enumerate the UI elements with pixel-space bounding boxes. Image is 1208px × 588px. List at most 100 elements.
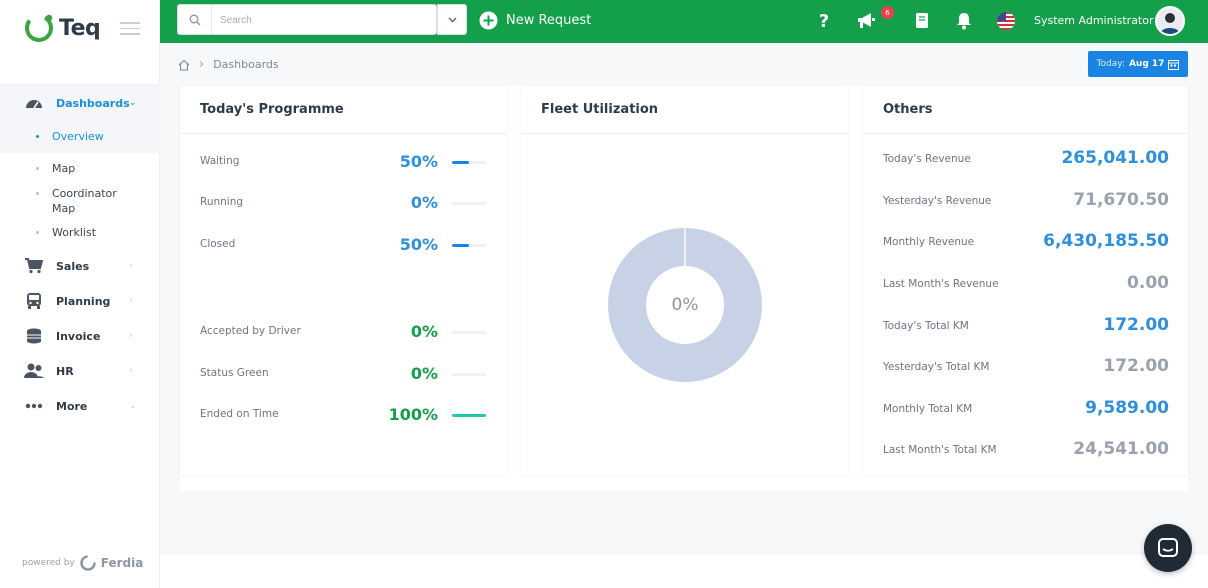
divider	[863, 133, 1188, 134]
others-row: Yesterday's Total KM 172.00	[883, 356, 1169, 378]
cart-icon	[24, 256, 44, 276]
others-value: 9,589.00	[1085, 398, 1169, 418]
programme-label: Closed	[200, 238, 236, 250]
breadcrumb: › Dashboards	[178, 57, 279, 72]
others-row: Last Month's Total KM 24,541.00	[883, 439, 1169, 461]
powered-by-text: powered by	[22, 558, 75, 568]
progress-fill	[452, 161, 469, 164]
others-label: Yesterday's Total KM	[883, 361, 990, 373]
progress-bar	[452, 244, 486, 247]
sidebar-item-invoice[interactable]: Invoice ›	[0, 321, 160, 351]
search-input[interactable]	[220, 11, 420, 29]
others-value: 24,541.00	[1073, 439, 1169, 459]
progress-fill	[452, 244, 469, 247]
others-value: 172.00	[1103, 315, 1169, 335]
others-label: Monthly Revenue	[883, 236, 975, 248]
programme-card: Today's Programme Waiting 50% Running 0% Clo…	[180, 86, 506, 475]
programme-row: Ended on Time 100%	[200, 405, 486, 425]
others-value: 172.00	[1103, 356, 1169, 376]
others-value: 6,430,185.50	[1043, 231, 1169, 251]
programme-row: Closed 50%	[200, 235, 486, 255]
programme-row: Status Green 0%	[200, 364, 486, 384]
today-date: Aug 17	[1128, 59, 1165, 69]
search-icon[interactable]	[178, 5, 212, 34]
others-value: 265,041.00	[1061, 148, 1169, 168]
others-row: Today's Revenue 265,041.00	[883, 148, 1169, 170]
gauge-icon	[24, 93, 44, 113]
announcement-icon[interactable]	[856, 11, 876, 31]
footer-area	[160, 555, 1208, 588]
bullet-icon	[36, 231, 39, 234]
progress-bar	[452, 161, 486, 164]
notification-badge: 6	[881, 6, 894, 19]
new-request-button[interactable]: New Request	[479, 11, 591, 30]
chevron-down-icon	[448, 17, 456, 22]
programme-label: Waiting	[200, 155, 240, 167]
others-row: Monthly Revenue 6,430,185.50	[883, 231, 1169, 253]
others-label: Monthly Total KM	[883, 403, 973, 415]
help-icon[interactable]: ?	[814, 11, 834, 31]
others-row: Today's Total KM 172.00	[883, 315, 1169, 337]
top-bar: New Request ? 6 System Administrator	[160, 0, 1208, 43]
dots-icon	[24, 396, 44, 416]
bullet-icon	[36, 167, 39, 170]
programme-label: Ended on Time	[200, 408, 279, 420]
breadcrumb-current[interactable]: Dashboards	[213, 58, 278, 71]
avatar[interactable]	[1155, 6, 1185, 36]
chevron-down-icon: ⌄	[129, 401, 137, 411]
divider	[521, 133, 848, 134]
programme-label: Running	[200, 196, 244, 208]
chat-icon	[1158, 538, 1178, 557]
app-logo[interactable]: Teq	[22, 11, 101, 45]
powered-by-brand: Ferdia	[100, 556, 144, 570]
chevron-right-icon: ›	[129, 331, 133, 341]
sidebar-item-hr[interactable]: HR ›	[0, 356, 160, 386]
progress-bar	[452, 331, 486, 334]
sidebar-item-label: Invoice	[56, 329, 101, 343]
progress-bar	[452, 373, 486, 376]
menu-toggle-icon[interactable]	[120, 22, 140, 39]
chat-launcher-button[interactable]	[1144, 524, 1192, 572]
bell-icon[interactable]	[954, 11, 974, 31]
today-date-button[interactable]: Today: Aug 17	[1088, 51, 1188, 77]
sidebar-item-label: Sales	[56, 259, 90, 273]
others-row: Last Month's Revenue 0.00	[883, 273, 1169, 295]
subitem-label: Coordinator Map	[52, 187, 117, 215]
home-icon[interactable]	[178, 59, 190, 71]
user-name[interactable]: System Administrator	[1034, 14, 1154, 27]
others-label: Today's Revenue	[883, 153, 971, 165]
card-title: Fleet Utilization	[541, 102, 659, 117]
others-value: 71,670.50	[1073, 190, 1169, 210]
others-row: Yesterday's Revenue 71,670.50	[883, 190, 1169, 212]
book-icon[interactable]	[912, 11, 932, 31]
search-filter-dropdown[interactable]	[437, 4, 467, 35]
subitem-label: Overview	[52, 130, 104, 143]
programme-row: Accepted by Driver 0%	[200, 322, 486, 342]
sidebar-item-planning[interactable]: Planning ›	[0, 286, 160, 316]
programme-value: 100%	[388, 405, 438, 424]
sidebar-item-dashboards[interactable]: Dashboards ⌄	[0, 88, 160, 118]
sidebar-item-sales[interactable]: Sales ›	[0, 251, 160, 281]
coins-icon	[24, 326, 44, 346]
programme-row: Running 0%	[200, 193, 486, 213]
sidebar-item-label: HR	[56, 364, 74, 378]
others-value: 0.00	[1127, 273, 1169, 293]
divider	[180, 133, 506, 134]
us-flag-icon[interactable]	[996, 11, 1016, 31]
programme-label: Status Green	[200, 367, 269, 379]
logo-text: Teq	[59, 15, 101, 41]
calendar-icon	[1168, 59, 1180, 70]
programme-label: Accepted by Driver	[200, 325, 301, 337]
sidebar-item-label: Dashboards	[56, 96, 130, 110]
powered-by: powered by Ferdia	[22, 554, 143, 572]
chevron-down-icon: ⌄	[129, 98, 137, 108]
fleet-utilization-value: 0%	[671, 295, 699, 315]
sidebar-item-more[interactable]: More ⌄	[0, 391, 160, 421]
chevron-right-icon: ›	[129, 366, 133, 376]
programme-value: 50%	[399, 235, 438, 254]
sidebar-item-label: More	[56, 399, 88, 413]
bullet-icon	[36, 135, 39, 138]
subitem-label: Worklist	[52, 226, 97, 239]
others-label: Last Month's Revenue	[883, 278, 999, 290]
ferdia-logo-icon	[80, 555, 96, 571]
